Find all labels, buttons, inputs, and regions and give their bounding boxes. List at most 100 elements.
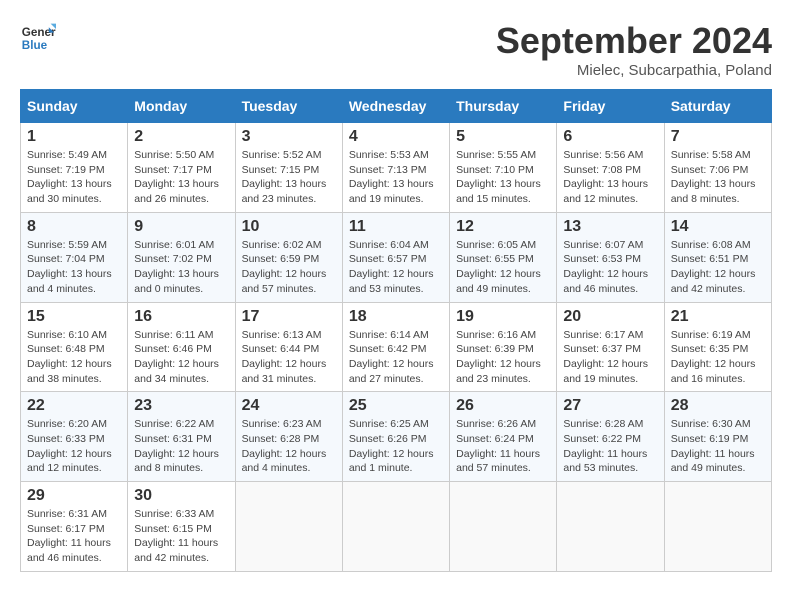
table-row: 27 Sunrise: 6:28 AMSunset: 6:22 PMDayligh… [557, 392, 664, 482]
table-row [342, 482, 449, 572]
table-row: 13 Sunrise: 6:07 AMSunset: 6:53 PMDayligh… [557, 212, 664, 302]
col-saturday: Saturday [664, 90, 771, 123]
day-number: 10 [242, 218, 336, 236]
day-number: 24 [242, 397, 336, 415]
day-info: Sunrise: 6:26 AMSunset: 6:24 PMDaylight:… [456, 417, 550, 476]
day-info: Sunrise: 6:33 AMSunset: 6:15 PMDaylight:… [134, 507, 228, 566]
day-info: Sunrise: 5:49 AMSunset: 7:19 PMDaylight:… [27, 148, 121, 207]
table-row: 23 Sunrise: 6:22 AMSunset: 6:31 PMDayligh… [128, 392, 235, 482]
day-number: 2 [134, 128, 228, 146]
svg-text:General: General [22, 26, 56, 39]
header-row: Sunday Monday Tuesday Wednesday Thursday… [21, 90, 772, 123]
day-info: Sunrise: 5:56 AMSunset: 7:08 PMDaylight:… [563, 148, 657, 207]
day-number: 19 [456, 308, 550, 326]
day-info: Sunrise: 6:14 AMSunset: 6:42 PMDaylight:… [349, 328, 443, 387]
day-number: 18 [349, 308, 443, 326]
day-info: Sunrise: 6:22 AMSunset: 6:31 PMDaylight:… [134, 417, 228, 476]
calendar-week-5: 29Sunrise: 6:31 AMSunset: 6:17 PMDayligh… [21, 482, 772, 572]
day-number: 20 [563, 308, 657, 326]
table-row: 25 Sunrise: 6:25 AMSunset: 6:26 PMDayligh… [342, 392, 449, 482]
table-row: 18 Sunrise: 6:14 AMSunset: 6:42 PMDayligh… [342, 302, 449, 392]
day-info: Sunrise: 5:58 AMSunset: 7:06 PMDaylight:… [671, 148, 765, 207]
day-info: Sunrise: 6:11 AMSunset: 6:46 PMDaylight:… [134, 328, 228, 387]
table-row: 2Sunrise: 5:50 AMSunset: 7:17 PMDaylight… [128, 123, 235, 213]
day-info: Sunrise: 5:52 AMSunset: 7:15 PMDaylight:… [242, 148, 336, 207]
day-number: 29 [27, 487, 121, 505]
day-number: 21 [671, 308, 765, 326]
table-row: 26 Sunrise: 6:26 AMSunset: 6:24 PMDayligh… [450, 392, 557, 482]
col-friday: Friday [557, 90, 664, 123]
day-number: 6 [563, 128, 657, 146]
day-info: Sunrise: 6:23 AMSunset: 6:28 PMDaylight:… [242, 417, 336, 476]
day-number: 11 [349, 218, 443, 236]
day-number: 23 [134, 397, 228, 415]
day-number: 17 [242, 308, 336, 326]
day-info: Sunrise: 6:16 AMSunset: 6:39 PMDaylight:… [456, 328, 550, 387]
day-number: 22 [27, 397, 121, 415]
logo-icon: General Blue [20, 20, 56, 56]
day-number: 7 [671, 128, 765, 146]
day-info: Sunrise: 5:53 AMSunset: 7:13 PMDaylight:… [349, 148, 443, 207]
day-number: 8 [27, 218, 121, 236]
table-row: 5 Sunrise: 5:55 AMSunset: 7:10 PMDaylight… [450, 123, 557, 213]
day-info: Sunrise: 6:30 AMSunset: 6:19 PMDaylight:… [671, 417, 765, 476]
table-row: 9 Sunrise: 6:01 AMSunset: 7:02 PMDaylight… [128, 212, 235, 302]
day-number: 9 [134, 218, 228, 236]
day-number: 14 [671, 218, 765, 236]
table-row: 3 Sunrise: 5:52 AMSunset: 7:15 PMDaylight… [235, 123, 342, 213]
col-thursday: Thursday [450, 90, 557, 123]
day-info: Sunrise: 6:19 AMSunset: 6:35 PMDaylight:… [671, 328, 765, 387]
day-number: 3 [242, 128, 336, 146]
day-number: 26 [456, 397, 550, 415]
title-block: September 2024 Mielec, Subcarpathia, Pol… [496, 20, 772, 79]
table-row: 11 Sunrise: 6:04 AMSunset: 6:57 PMDayligh… [342, 212, 449, 302]
day-info: Sunrise: 5:59 AMSunset: 7:04 PMDaylight:… [27, 238, 121, 297]
table-row [450, 482, 557, 572]
day-info: Sunrise: 6:28 AMSunset: 6:22 PMDaylight:… [563, 417, 657, 476]
day-number: 4 [349, 128, 443, 146]
table-row: 7 Sunrise: 5:58 AMSunset: 7:06 PMDaylight… [664, 123, 771, 213]
table-row: 29Sunrise: 6:31 AMSunset: 6:17 PMDayligh… [21, 482, 128, 572]
month-title: September 2024 [496, 20, 772, 62]
day-info: Sunrise: 6:17 AMSunset: 6:37 PMDaylight:… [563, 328, 657, 387]
table-row [557, 482, 664, 572]
calendar-week-2: 8 Sunrise: 5:59 AMSunset: 7:04 PMDaylight… [21, 212, 772, 302]
day-number: 28 [671, 397, 765, 415]
day-number: 27 [563, 397, 657, 415]
table-row: 14 Sunrise: 6:08 AMSunset: 6:51 PMDayligh… [664, 212, 771, 302]
day-info: Sunrise: 6:10 AMSunset: 6:48 PMDaylight:… [27, 328, 121, 387]
table-row: 20 Sunrise: 6:17 AMSunset: 6:37 PMDayligh… [557, 302, 664, 392]
table-row: 6 Sunrise: 5:56 AMSunset: 7:08 PMDaylight… [557, 123, 664, 213]
table-row [235, 482, 342, 572]
col-monday: Monday [128, 90, 235, 123]
table-row: 15 Sunrise: 6:10 AMSunset: 6:48 PMDayligh… [21, 302, 128, 392]
page-header: General Blue September 2024 Mielec, Subc… [20, 20, 772, 79]
day-number: 25 [349, 397, 443, 415]
table-row: 22 Sunrise: 6:20 AMSunset: 6:33 PMDayligh… [21, 392, 128, 482]
day-number: 13 [563, 218, 657, 236]
day-info: Sunrise: 6:25 AMSunset: 6:26 PMDaylight:… [349, 417, 443, 476]
calendar-week-3: 15 Sunrise: 6:10 AMSunset: 6:48 PMDayligh… [21, 302, 772, 392]
calendar-week-4: 22 Sunrise: 6:20 AMSunset: 6:33 PMDayligh… [21, 392, 772, 482]
day-info: Sunrise: 6:08 AMSunset: 6:51 PMDaylight:… [671, 238, 765, 297]
table-row: 21 Sunrise: 6:19 AMSunset: 6:35 PMDayligh… [664, 302, 771, 392]
table-row: 8 Sunrise: 5:59 AMSunset: 7:04 PMDaylight… [21, 212, 128, 302]
day-number: 30 [134, 487, 228, 505]
svg-text:Blue: Blue [22, 39, 48, 52]
table-row: 12 Sunrise: 6:05 AMSunset: 6:55 PMDayligh… [450, 212, 557, 302]
day-number: 5 [456, 128, 550, 146]
col-sunday: Sunday [21, 90, 128, 123]
table-row: 4 Sunrise: 5:53 AMSunset: 7:13 PMDaylight… [342, 123, 449, 213]
table-row: 30 Sunrise: 6:33 AMSunset: 6:15 PMDayligh… [128, 482, 235, 572]
day-number: 12 [456, 218, 550, 236]
day-info: Sunrise: 6:07 AMSunset: 6:53 PMDaylight:… [563, 238, 657, 297]
day-info: Sunrise: 5:55 AMSunset: 7:10 PMDaylight:… [456, 148, 550, 207]
calendar-table: Sunday Monday Tuesday Wednesday Thursday… [20, 89, 772, 572]
day-info: Sunrise: 6:01 AMSunset: 7:02 PMDaylight:… [134, 238, 228, 297]
day-info: Sunrise: 6:04 AMSunset: 6:57 PMDaylight:… [349, 238, 443, 297]
day-info: Sunrise: 6:13 AMSunset: 6:44 PMDaylight:… [242, 328, 336, 387]
day-info: Sunrise: 6:20 AMSunset: 6:33 PMDaylight:… [27, 417, 121, 476]
day-info: Sunrise: 6:05 AMSunset: 6:55 PMDaylight:… [456, 238, 550, 297]
day-number: 15 [27, 308, 121, 326]
logo: General Blue [20, 20, 56, 56]
